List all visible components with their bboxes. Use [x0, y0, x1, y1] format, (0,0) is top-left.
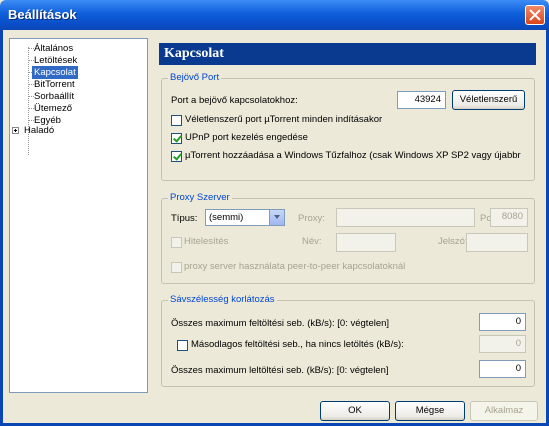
preferences-window: Beállítások Általános Letöltések Kapcsol… [0, 0, 549, 426]
proxy-title: Proxy Szerver [168, 192, 232, 203]
firewall-label: µTorrent hozzáadása a Windows Tűzfalhoz … [185, 150, 521, 161]
window-title: Beállítások [8, 7, 77, 22]
proxy-pass-input[interactable] [466, 233, 528, 252]
random-port-checkbox[interactable] [171, 115, 182, 126]
firewall-checkbox[interactable] [171, 151, 182, 162]
alt-upload-label: Másodlagos feltöltési seb., ha nincs let… [191, 339, 404, 350]
apply-button[interactable]: Alkalmaz [470, 401, 538, 421]
random-port-button[interactable]: Véletlenszerű [452, 90, 525, 110]
max-upload-input[interactable]: 0 [479, 313, 526, 331]
page-header: Kapcsolat [159, 43, 536, 65]
alt-upload-checkbox[interactable] [177, 340, 188, 351]
tree-connector [28, 47, 30, 155]
proxy-auth-label: Hitelesítés [184, 236, 229, 247]
proxy-port-input[interactable]: 8080 [490, 208, 528, 227]
proxy-host-input[interactable] [336, 208, 475, 227]
bandwidth-title: Sávszélesség korlátozás [168, 294, 277, 305]
proxy-host-label: Proxy: [298, 213, 325, 224]
title-bar[interactable]: Beállítások [0, 0, 549, 30]
ok-button[interactable]: OK [320, 401, 390, 421]
sidebar-item-halado[interactable]: Haladó [22, 124, 56, 137]
proxy-user-input[interactable] [336, 233, 396, 252]
expand-plus-icon[interactable] [12, 127, 19, 134]
max-download-input[interactable]: 0 [479, 360, 526, 378]
upnp-label: UPnP port kezelés engedése [185, 132, 308, 143]
incoming-port-title: Bejövő Port [168, 72, 222, 83]
upnp-checkbox[interactable] [171, 133, 182, 144]
port-input[interactable]: 43924 [397, 91, 446, 109]
alt-upload-input[interactable]: 0 [479, 335, 526, 353]
proxy-p2p-label: proxy server használata peer-to-peer kap… [184, 261, 406, 272]
proxy-auth-checkbox[interactable] [171, 237, 182, 248]
proxy-pass-label: Jelszó: [438, 236, 468, 247]
category-tree[interactable]: Általános Letöltések Kapcsolat BitTorren… [9, 38, 148, 393]
cancel-button[interactable]: Mégse [395, 401, 465, 421]
close-icon[interactable] [525, 5, 545, 25]
proxy-type-value: (semmi) [209, 212, 244, 223]
proxy-p2p-checkbox[interactable] [171, 262, 182, 273]
proxy-type-select[interactable]: (semmi) [205, 209, 285, 226]
max-upload-label: Összes maximum feltöltési seb. (kB/s): [… [171, 318, 390, 329]
proxy-type-label: Típus: [171, 213, 198, 224]
page-title: Kapcsolat [164, 46, 224, 61]
random-port-label: Véletlenszerű port µTorrent minden indít… [185, 114, 383, 125]
max-download-label: Összes maximum leltöltési seb. (kB/s): [… [171, 365, 389, 376]
chevron-down-icon[interactable] [269, 210, 284, 225]
port-label: Port a bejövő kapcsolatokhoz: [171, 95, 298, 106]
proxy-user-label: Név: [302, 236, 322, 247]
